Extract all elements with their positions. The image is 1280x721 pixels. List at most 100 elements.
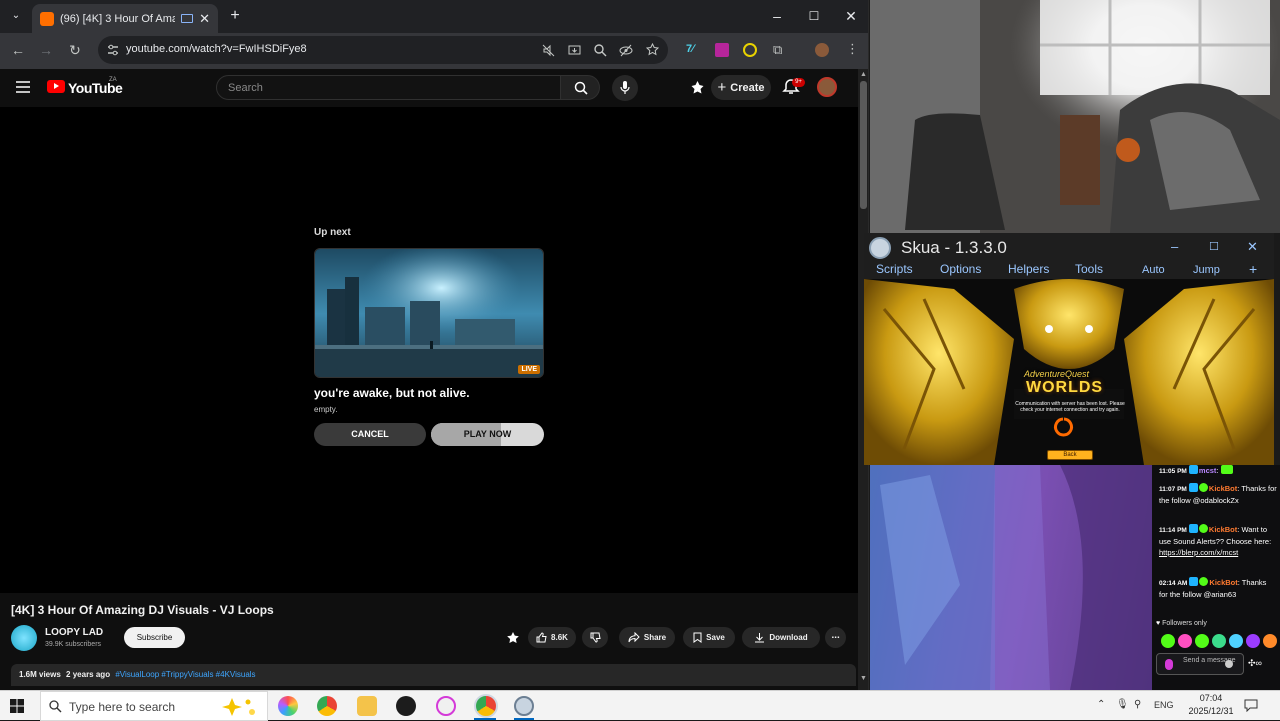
chat-message: 11:14 PM KickBot: Want to use Sound Aler… (1159, 524, 1272, 557)
chat-link[interactable]: https://blerp.com/x/mcst (1159, 548, 1238, 557)
yt-extension-action-icon[interactable] (506, 631, 520, 645)
emote-bar[interactable] (1161, 634, 1277, 648)
windows-start-icon[interactable] (10, 699, 24, 713)
up-next-title[interactable]: you're awake, but not alive. (314, 386, 470, 400)
address-bar[interactable]: youtube.com/watch?v=FwIHSDiFye8 (98, 36, 668, 64)
profile-avatar-icon[interactable] (815, 43, 829, 57)
channel-name[interactable]: LOOPY LAD (45, 627, 103, 638)
emote-icon (1220, 465, 1233, 474)
forward-arrow-icon[interactable]: → (36, 40, 56, 60)
taskbar-clock[interactable]: 07:04 2025/12/31 (1183, 692, 1239, 718)
scrollbar-thumb[interactable] (860, 81, 867, 209)
taskbar-search-box[interactable]: Type here to search (40, 691, 268, 721)
emote-icon[interactable] (1178, 634, 1192, 648)
create-button[interactable]: + Create (711, 75, 771, 100)
emote-icon[interactable] (1212, 634, 1226, 648)
taskbar-app-icon[interactable] (436, 696, 456, 716)
game-back-button[interactable]: Back (1047, 450, 1093, 460)
game-viewport[interactable]: AdventureQuest WORLDS Communication with… (864, 279, 1274, 465)
tray-overflow-chevron-icon[interactable]: ⌃ (1097, 699, 1105, 710)
heart-icon: ♥ (1156, 620, 1161, 627)
dislike-button[interactable] (582, 627, 608, 648)
share-button[interactable]: Share (619, 627, 675, 648)
site-info-icon[interactable] (107, 44, 119, 56)
taskbar-chrome-icon[interactable] (317, 696, 337, 716)
skua-close-button[interactable]: ✕ (1247, 239, 1258, 255)
download-button[interactable]: Download (742, 627, 820, 648)
account-avatar[interactable] (817, 77, 837, 97)
create-label: Create (730, 81, 765, 94)
skua-menu-add[interactable]: + (1249, 261, 1257, 277)
taskbar-skua-icon[interactable] (514, 696, 534, 716)
play-now-label: PLAY NOW (463, 429, 512, 439)
skua-menu-tools[interactable]: Tools (1075, 262, 1103, 276)
aqw-logo-line2: WORLDS (1026, 379, 1104, 396)
tray-microphone-icon[interactable]: 🎙 (1116, 699, 1129, 710)
emote-icon[interactable] (1161, 634, 1175, 648)
emote-icon[interactable] (1246, 634, 1260, 648)
install-app-icon[interactable] (568, 44, 581, 57)
scroll-up-icon[interactable]: ▲ (860, 71, 867, 78)
back-arrow-icon[interactable]: ← (8, 40, 28, 60)
mic-icon[interactable] (1165, 659, 1173, 670)
close-tab-icon[interactable]: ✕ (199, 11, 210, 27)
voice-search-button[interactable] (612, 75, 638, 101)
skua-menu-options[interactable]: Options (940, 262, 981, 276)
description-box[interactable]: 1.6M views 2 years ago #VisualLoop #Trip… (11, 664, 856, 686)
chat-settings-icon[interactable]: ✣∞ (1248, 658, 1262, 669)
hashtags[interactable]: #VisualLoop #TrippyVisuals #4KVisuals (115, 670, 255, 679)
tab-search-icon[interactable]: ⌄ (6, 6, 26, 26)
taskbar-chrome-active-icon[interactable] (474, 694, 498, 718)
chat-message-input[interactable]: Send a message (1156, 653, 1244, 675)
language-indicator[interactable]: ENG (1154, 700, 1174, 710)
reload-icon[interactable]: ↻ (65, 40, 85, 60)
minimize-button[interactable]: – (767, 6, 787, 26)
up-next-thumbnail[interactable]: LIVE (314, 248, 544, 378)
new-tab-button[interactable]: + (225, 6, 245, 26)
extensions-puzzle-icon[interactable]: ⧉ (773, 42, 782, 58)
extension-yellow-icon[interactable] (743, 43, 757, 57)
video-player[interactable]: Up next LIVE you're awake, but not alive… (0, 107, 858, 593)
hamburger-menu-icon[interactable] (16, 81, 30, 93)
play-now-button[interactable]: PLAY NOW (431, 423, 544, 446)
maximize-button[interactable]: ☐ (804, 6, 824, 26)
save-button[interactable]: Save (683, 627, 735, 648)
close-window-button[interactable]: ✕ (841, 6, 861, 26)
extension-tampermonkey-icon[interactable]: 7∕ (686, 43, 700, 57)
scroll-down-icon[interactable]: ▼ (860, 675, 867, 682)
subscribe-button[interactable]: Subscribe (124, 627, 185, 648)
emote-icon[interactable] (1263, 634, 1277, 648)
notification-center-icon[interactable] (1244, 699, 1258, 712)
emote-icon[interactable] (1195, 634, 1209, 648)
emoji-icon[interactable] (1225, 660, 1233, 668)
extension-pink-icon[interactable] (715, 43, 729, 57)
cancel-autoplay-button[interactable]: CANCEL (314, 423, 426, 446)
emote-icon[interactable] (1229, 634, 1243, 648)
taskbar-app-copilot-icon[interactable] (278, 696, 298, 716)
more-actions-button[interactable]: ⋯ (825, 627, 846, 648)
skua-title: Skua - 1.3.3.0 (901, 238, 1007, 257)
up-next-channel[interactable]: empty. (314, 405, 337, 414)
skua-menu-helpers[interactable]: Helpers (1008, 262, 1049, 276)
youtube-logo-icon[interactable] (47, 80, 65, 93)
media-muted-icon[interactable] (542, 44, 555, 57)
search-button[interactable] (560, 75, 600, 100)
tray-network-icon[interactable]: ⚲ (1134, 699, 1141, 710)
tracking-protection-icon[interactable] (619, 44, 633, 57)
skua-menu-scripts[interactable]: Scripts (876, 262, 913, 276)
bookmark-star-icon[interactable] (646, 43, 659, 56)
taskbar-file-explorer-icon[interactable] (357, 696, 377, 716)
url-text: youtube.com/watch?v=FwIHSDiFye8 (126, 43, 307, 55)
like-button[interactable]: 8.6K (528, 627, 576, 648)
zoom-icon[interactable] (594, 44, 607, 57)
skua-minimize-button[interactable]: – (1171, 239, 1178, 254)
skua-menu-jump[interactable]: Jump (1193, 264, 1220, 276)
chrome-menu-icon[interactable]: ⋮ (846, 41, 859, 57)
taskbar-obs-icon[interactable] (396, 696, 416, 716)
channel-avatar[interactable] (11, 625, 37, 651)
tab-youtube[interactable]: (96) [4K] 3 Hour Of Amazing ✕ (32, 4, 218, 33)
yt-extension-icon[interactable] (690, 80, 705, 95)
search-input[interactable]: Search (216, 75, 561, 100)
skua-menu-auto[interactable]: Auto (1142, 264, 1165, 276)
skua-maximize-button[interactable]: ☐ (1209, 240, 1219, 253)
